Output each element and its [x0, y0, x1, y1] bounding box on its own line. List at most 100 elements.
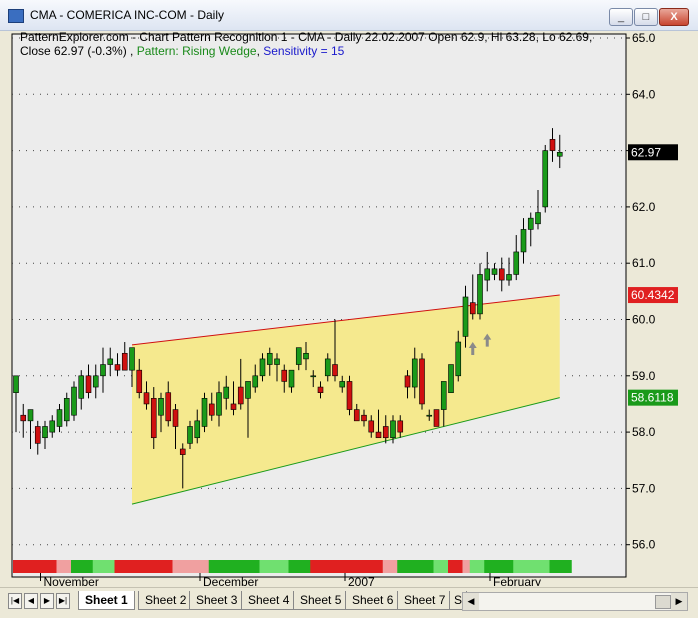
- candle-body: [397, 420, 404, 433]
- title-bar[interactable]: CMA - COMERICA INC-COM - Daily _ □ X: [0, 0, 698, 31]
- candle-body: [13, 375, 19, 393]
- maximize-button[interactable]: □: [634, 8, 658, 26]
- signal-strip-cell: [361, 560, 369, 573]
- candle-body: [49, 420, 56, 433]
- signal-strip-cell: [339, 560, 347, 573]
- signal-strip-cell: [426, 560, 434, 573]
- signal-strip-cell: [63, 560, 72, 573]
- candle-body: [448, 364, 454, 393]
- signal-strip-cell: [440, 560, 449, 573]
- price-chart[interactable]: 65.064.063.062.061.060.059.058.057.056.0…: [0, 30, 698, 586]
- candle-body: [462, 296, 469, 337]
- candle-body: [288, 369, 295, 388]
- candle-body: [245, 381, 251, 399]
- signal-strip-cell: [469, 560, 478, 573]
- candle-body: [27, 409, 34, 422]
- tab-sheet-7[interactable]: Sheet 7: [397, 591, 453, 610]
- candle-body: [375, 431, 382, 439]
- signal-strip-cell: [129, 560, 137, 573]
- price-label: 58.0: [632, 425, 656, 439]
- signal-strip-cell: [179, 560, 188, 573]
- price-label: 56.0: [632, 538, 656, 552]
- signal-strip-cell: [455, 560, 463, 573]
- signal-strip-cell: [20, 560, 28, 573]
- scroll-right-icon[interactable]: ▶: [671, 593, 687, 610]
- price-badge-label: 62.97: [631, 145, 661, 159]
- tab-sheet-5[interactable]: Sheet 5: [293, 591, 349, 610]
- candle-body: [143, 392, 150, 405]
- signal-strip-cell: [433, 560, 442, 573]
- signal-strip-cell: [556, 560, 565, 573]
- candle-body: [361, 414, 367, 422]
- candle-body: [150, 398, 157, 439]
- price-label: 59.0: [632, 369, 656, 383]
- tab-sheet-2[interactable]: Sheet 2: [138, 591, 194, 610]
- horizontal-scrollbar[interactable]: ◀ ▶: [462, 592, 688, 611]
- candle-body: [208, 403, 215, 416]
- signal-strip-cell: [107, 560, 115, 573]
- candle-body: [187, 426, 193, 444]
- window-title: CMA - COMERICA INC-COM - Daily: [30, 8, 225, 22]
- candle-body: [223, 386, 230, 399]
- scroll-left-icon[interactable]: ◀: [463, 593, 479, 610]
- signal-strip-cell: [346, 560, 355, 573]
- candle-body: [114, 364, 121, 371]
- price-label: 57.0: [632, 481, 656, 495]
- candle-body: [404, 375, 411, 388]
- candle-body: [63, 398, 70, 422]
- next-sheet-button[interactable]: ▶: [40, 593, 54, 609]
- candle-body: [426, 414, 433, 417]
- tab-sheet-1[interactable]: Sheet 1: [78, 591, 135, 610]
- candle-body: [346, 381, 353, 410]
- tab-sheet-3[interactable]: Sheet 3: [189, 591, 245, 610]
- signal-strip-cell: [266, 560, 275, 573]
- signal-strip-cell: [42, 560, 50, 573]
- prev-sheet-button[interactable]: ◀: [24, 593, 38, 609]
- tab-sheet-6[interactable]: Sheet 6: [345, 591, 401, 610]
- signal-strip-cell: [419, 560, 427, 573]
- candle-body: [20, 414, 27, 422]
- signal-strip-cell: [549, 560, 558, 573]
- signal-strip-cell: [100, 560, 108, 573]
- first-sheet-button[interactable]: |◀: [8, 593, 22, 609]
- signal-strip-cell: [71, 560, 79, 573]
- signal-strip-cell: [382, 560, 391, 573]
- candle-body: [484, 268, 491, 281]
- signal-strip-cell: [136, 560, 144, 573]
- candle-body: [353, 409, 360, 422]
- tab-sheet-4[interactable]: Sheet 4: [241, 591, 297, 610]
- sheet-tab-bar: |◀ ◀ ▶ ▶| Sheet 1 Sheet 2 Sheet 3 Sheet …: [0, 587, 698, 618]
- candle-body: [368, 420, 375, 433]
- candle-body: [382, 426, 389, 439]
- scrollbar-thumb[interactable]: [655, 595, 671, 609]
- app-icon: [8, 9, 24, 23]
- signal-strip-cell: [121, 560, 130, 573]
- candle-body: [527, 217, 534, 230]
- candle-body: [419, 358, 425, 405]
- signal-strip-cell: [513, 560, 521, 573]
- candle-body: [513, 251, 520, 275]
- signal-strip-cell: [310, 560, 318, 573]
- last-sheet-button[interactable]: ▶|: [56, 593, 70, 609]
- signal-strip-cell: [223, 560, 231, 573]
- signal-strip-cell: [158, 560, 166, 573]
- candle-body: [259, 358, 266, 377]
- signal-strip-cell: [216, 560, 224, 573]
- candle-body: [56, 409, 63, 427]
- chart-header-line2: Close 62.97 (-0.3%) , Pattern: Rising We…: [20, 44, 345, 58]
- candle-body: [339, 381, 346, 388]
- signal-strip-cell: [165, 560, 173, 573]
- candle-body: [237, 386, 244, 405]
- candle-body: [179, 448, 186, 455]
- close-button[interactable]: X: [659, 8, 689, 26]
- candle-body: [274, 358, 280, 365]
- price-badge-label: 60.4342: [631, 288, 675, 302]
- minimize-button[interactable]: _: [609, 8, 633, 26]
- signal-strip-cell: [542, 560, 550, 573]
- candle-body: [121, 352, 128, 371]
- chart-area[interactable]: 65.064.063.062.061.060.059.058.057.056.0…: [0, 30, 698, 586]
- close-text: Close 62.97 (-0.3%) ,: [20, 44, 134, 58]
- signal-strip-cell: [303, 560, 311, 573]
- signal-strip-cell: [564, 560, 572, 573]
- candle-body: [230, 403, 237, 410]
